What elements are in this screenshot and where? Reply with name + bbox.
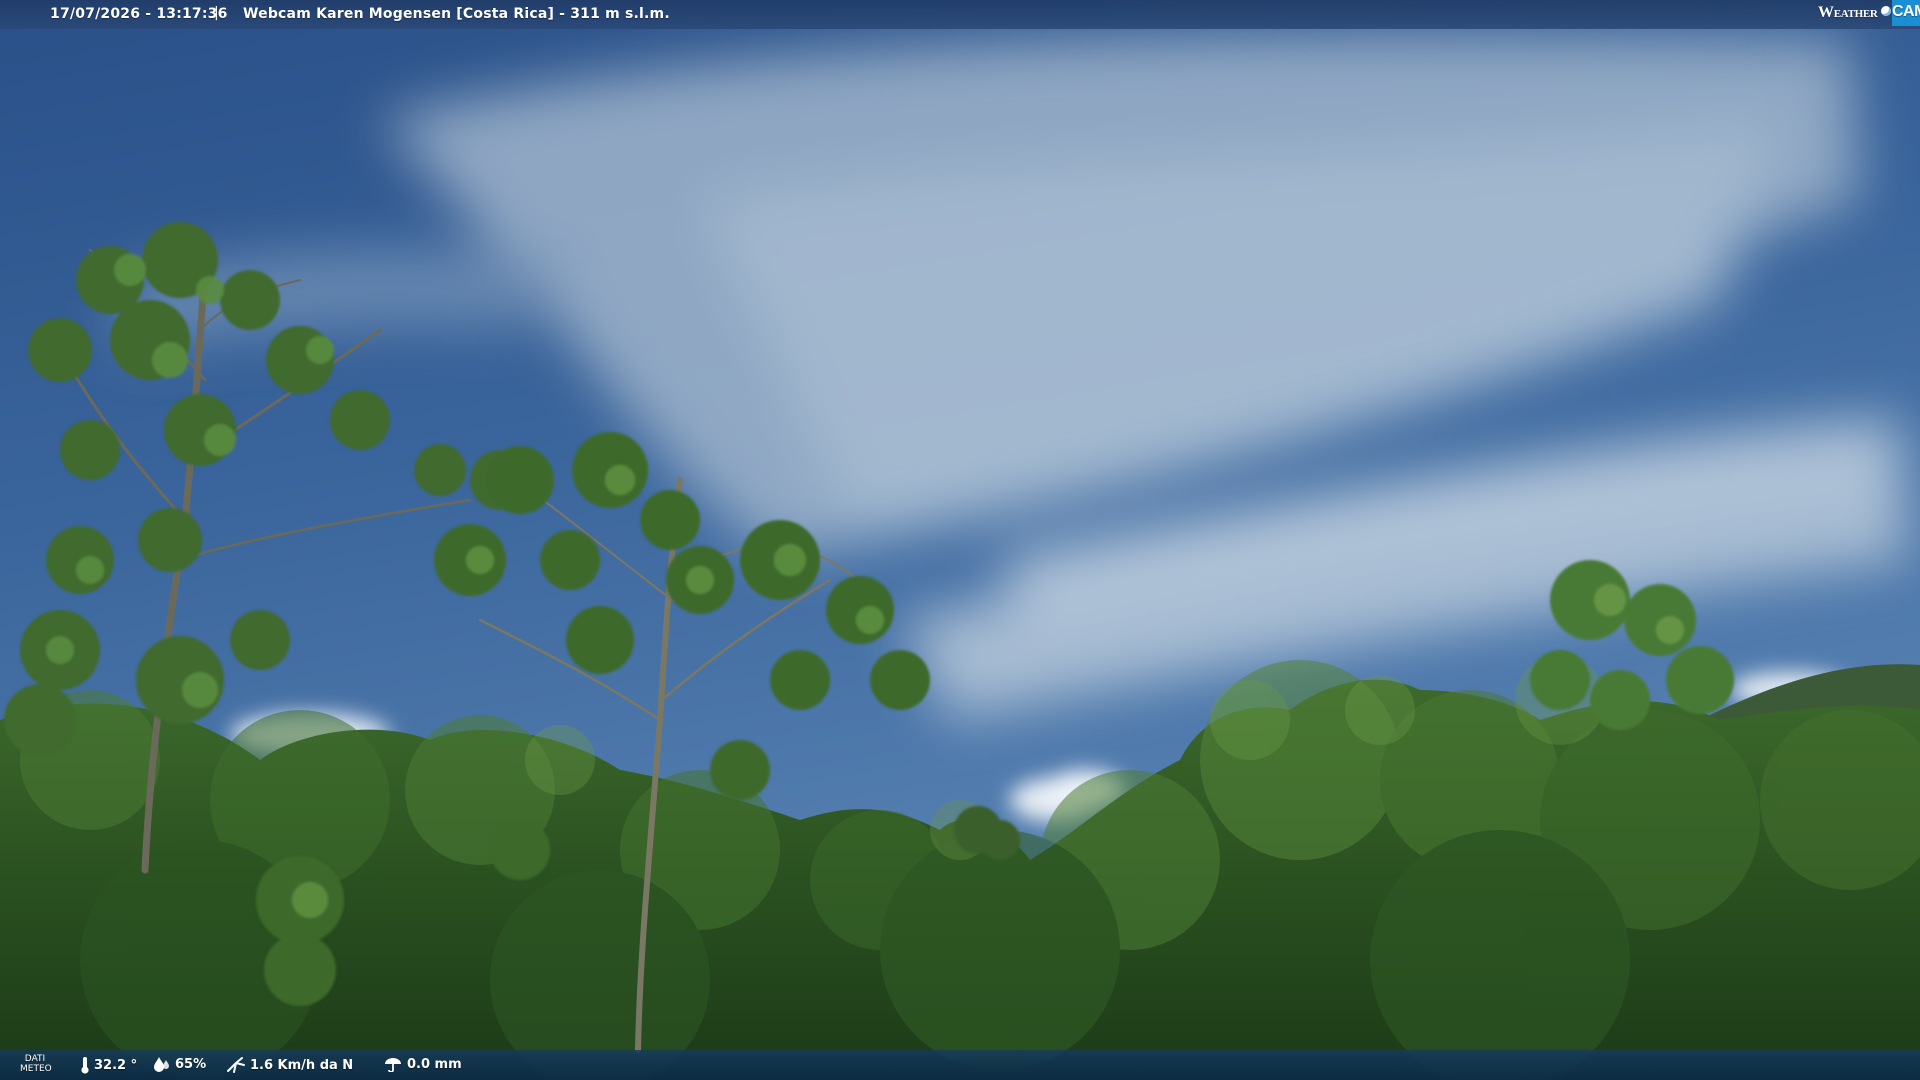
logo-cam-box: CAM	[1892, 0, 1920, 26]
meteo-label: DATI METEO	[20, 1054, 52, 1074]
datetime-stamp: 17/07/2026 - 13:17:36	[50, 6, 228, 22]
wind-stat: 1.6 Km/h da N	[226, 1056, 353, 1074]
temperature-value: 32.2 °	[94, 1057, 138, 1073]
humidity-stat: 65%	[153, 1056, 206, 1072]
thermometer-icon	[81, 1057, 89, 1074]
wind-icon	[227, 1057, 245, 1073]
meteo-label-line2: METEO	[20, 1064, 52, 1074]
rain-value: 0.0 mm	[407, 1056, 462, 1072]
logo-weather-text: Weather	[1818, 4, 1878, 21]
webcam-title: Webcam Karen Mogensen [Costa Rica] - 311…	[243, 6, 670, 22]
logo-cam-text: CAM	[1892, 3, 1920, 20]
webcam-image	[0, 0, 1920, 1080]
humidity-value: 65%	[175, 1056, 207, 1072]
logo-globe-icon	[1881, 6, 1891, 16]
scene-svg	[0, 0, 1920, 1080]
meteo-label-line1: DATI	[24, 1054, 46, 1064]
top-overlay-bar: 17/07/2026 - 13:17:36 | Webcam Karen Mog…	[0, 0, 1920, 29]
temperature-stat: 32.2 °	[80, 1056, 137, 1074]
wind-value: 1.6 Km/h da N	[250, 1057, 354, 1073]
humidity-drop-icon	[154, 1057, 169, 1072]
rain-icon	[385, 1058, 401, 1072]
weather-data-bar: DATI METEO 32.2 ° 65% 1.6 Km/h da N 0.0 …	[0, 1050, 1920, 1080]
rain-stat: 0.0 mm	[383, 1056, 462, 1072]
title-separator: |	[214, 5, 219, 21]
weathercam-logo: Weather CAM	[1816, 0, 1920, 26]
